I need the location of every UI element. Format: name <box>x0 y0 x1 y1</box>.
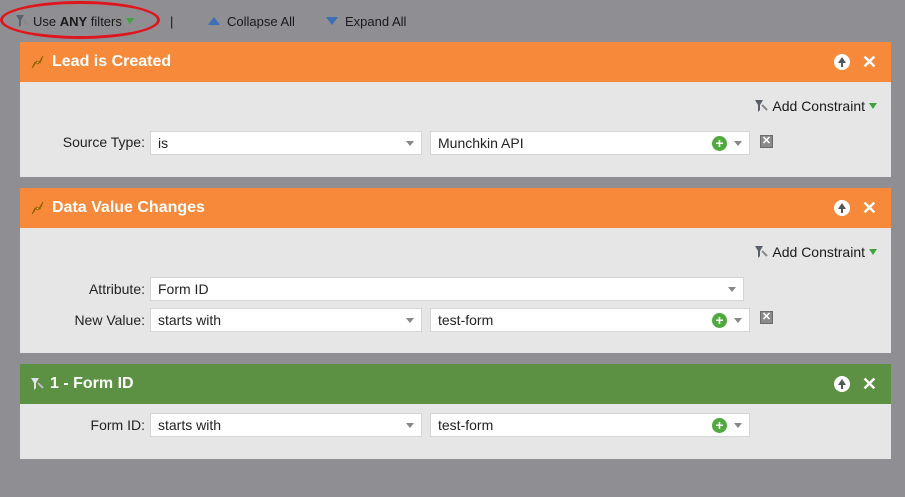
expand-all-button[interactable]: Expand All <box>326 12 406 30</box>
panel-header[interactable]: 1 - Form ID ✕ <box>20 364 891 404</box>
chevron-down-icon <box>728 287 736 292</box>
constraint-label: New Value: <box>74 312 145 328</box>
collapse-all-label: Collapse All <box>227 13 295 29</box>
chevron-down-icon <box>406 423 414 428</box>
funnel-icon <box>31 378 44 390</box>
chevron-down-icon <box>406 318 414 323</box>
lightning-pencil-icon <box>31 201 44 215</box>
toolbar: Use ANY filters | Collapse All Expand Al… <box>0 0 905 42</box>
attribute-select[interactable]: Form ID <box>150 277 744 301</box>
add-constraint-label: Add Constraint <box>772 98 865 114</box>
panel-title: Data Value Changes <box>52 199 205 216</box>
operator-select[interactable]: is <box>150 131 422 155</box>
close-icon[interactable]: ✕ <box>862 53 877 71</box>
plus-circle-icon[interactable]: + <box>712 136 727 151</box>
plus-circle-icon[interactable]: + <box>712 313 727 328</box>
chevron-down-icon <box>869 249 877 255</box>
value-select[interactable]: test-form + <box>430 413 750 437</box>
value-text: test-form <box>438 312 494 328</box>
triangle-down-icon <box>326 17 338 25</box>
use-any-filters-label: Use ANY filters <box>33 13 122 29</box>
chevron-down-icon <box>734 141 742 146</box>
add-constraint-button[interactable]: Add Constraint <box>754 98 877 114</box>
move-up-icon[interactable] <box>833 376 850 392</box>
operator-value: starts with <box>158 312 222 328</box>
panel-header[interactable]: Lead is Created ✕ <box>20 42 891 82</box>
close-icon[interactable]: ✕ <box>862 375 877 393</box>
trigger-panel-data-value-changes: Data Value Changes ✕ Add Constraint Attr… <box>20 188 891 353</box>
value-text: test-form <box>438 417 494 433</box>
add-constraint-label: Add Constraint <box>772 244 865 260</box>
trigger-panel-lead-is-created: Lead is Created ✕ Add Constraint Source … <box>20 42 891 177</box>
chevron-down-icon <box>406 141 414 146</box>
chevron-down-icon <box>869 103 877 109</box>
filter-panel-form-id: 1 - Form ID ✕ Form ID: starts with test-… <box>20 364 891 459</box>
funnel-icon <box>755 246 769 258</box>
constraint-label: Form ID: <box>90 417 145 433</box>
expand-all-label: Expand All <box>345 13 407 29</box>
value-select[interactable]: Munchkin API + <box>430 131 750 155</box>
funnel-icon <box>755 100 769 112</box>
panel-header[interactable]: Data Value Changes ✕ <box>20 188 891 228</box>
delete-constraint-icon[interactable]: ✕ <box>760 311 773 324</box>
value-text: Munchkin API <box>438 135 524 151</box>
operator-select[interactable]: starts with <box>150 308 422 332</box>
toolbar-separator: | <box>170 13 174 29</box>
operator-value: starts with <box>158 417 222 433</box>
plus-circle-icon[interactable]: + <box>712 418 727 433</box>
operator-select[interactable]: starts with <box>150 413 422 437</box>
triangle-up-icon <box>208 17 220 25</box>
attribute-label: Attribute: <box>88 281 145 297</box>
panel-title: Lead is Created <box>52 53 172 70</box>
chevron-down-icon <box>734 318 742 323</box>
funnel-icon <box>16 15 29 27</box>
move-up-icon[interactable] <box>833 200 850 216</box>
constraint-label: Source Type: <box>62 134 145 150</box>
collapse-all-button[interactable]: Collapse All <box>208 12 295 30</box>
operator-value: is <box>158 135 169 151</box>
close-icon[interactable]: ✕ <box>862 199 877 217</box>
move-up-icon[interactable] <box>833 54 850 70</box>
attribute-value: Form ID <box>158 281 209 297</box>
value-select[interactable]: test-form + <box>430 308 750 332</box>
lightning-pencil-icon <box>31 55 44 69</box>
panel-title: 1 - Form ID <box>50 375 134 392</box>
chevron-down-icon <box>734 423 742 428</box>
delete-constraint-icon[interactable]: ✕ <box>760 135 773 148</box>
use-any-filters-dropdown[interactable]: Use ANY filters <box>15 12 134 30</box>
add-constraint-button[interactable]: Add Constraint <box>754 244 877 260</box>
chevron-down-icon <box>125 18 134 24</box>
